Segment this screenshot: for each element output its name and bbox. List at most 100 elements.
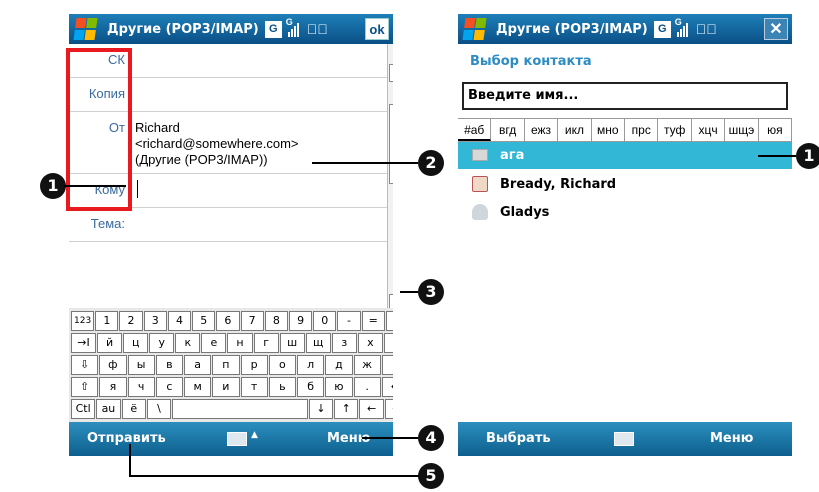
key[interactable]: ← bbox=[385, 311, 393, 331]
key[interactable]: . bbox=[353, 377, 381, 397]
vertical-scrollbar[interactable]: ▲ ▼ bbox=[387, 44, 393, 314]
key[interactable]: ф bbox=[99, 355, 127, 375]
key[interactable]: о bbox=[268, 355, 296, 375]
volume-icon[interactable]: ◀ﾞ bbox=[307, 21, 328, 37]
key[interactable]: ы bbox=[127, 355, 155, 375]
key[interactable]: 2 bbox=[119, 311, 143, 331]
key[interactable]: х bbox=[357, 333, 383, 353]
volume-icon[interactable]: ◀ﾞ bbox=[696, 21, 717, 37]
key[interactable]: ё bbox=[121, 399, 146, 419]
key[interactable]: → bbox=[384, 399, 393, 419]
alpha-tab[interactable]: мно bbox=[592, 119, 626, 141]
key[interactable]: л bbox=[297, 355, 325, 375]
key[interactable]: н bbox=[227, 333, 253, 353]
key[interactable]: ← bbox=[359, 399, 384, 419]
key[interactable]: у bbox=[149, 333, 175, 353]
from-email: <richard@somewhere.com> bbox=[135, 136, 299, 151]
key[interactable]: ж bbox=[353, 355, 381, 375]
alpha-tab[interactable]: юя bbox=[759, 119, 792, 141]
close-button[interactable]: ✕ bbox=[764, 18, 788, 40]
callout-leader bbox=[758, 155, 796, 157]
key[interactable]: ⇩ bbox=[71, 355, 99, 375]
key[interactable]: ↓ bbox=[308, 399, 334, 419]
key[interactable]: й bbox=[97, 333, 123, 353]
key[interactable]: 7 bbox=[240, 311, 264, 331]
key[interactable]: \ bbox=[146, 399, 172, 419]
keyboard-icon[interactable] bbox=[227, 432, 247, 446]
key[interactable]: щ bbox=[305, 333, 331, 353]
key[interactable]: ь bbox=[268, 377, 296, 397]
key[interactable]: 5 bbox=[192, 311, 216, 331]
start-logo-icon[interactable] bbox=[73, 18, 98, 40]
key[interactable]: ⇧ bbox=[71, 377, 99, 397]
contact-item[interactable]: Gladys bbox=[458, 199, 792, 226]
key[interactable]: з bbox=[331, 333, 357, 353]
key[interactable]: ↑ bbox=[334, 399, 359, 419]
key[interactable]: т bbox=[240, 377, 268, 397]
key[interactable]: в bbox=[155, 355, 183, 375]
key[interactable]: е bbox=[201, 333, 227, 353]
key[interactable]: 8 bbox=[264, 311, 288, 331]
key[interactable]: ч bbox=[127, 377, 155, 397]
name-search-input[interactable]: Введите имя... bbox=[462, 82, 788, 110]
key[interactable]: к bbox=[175, 333, 201, 353]
alpha-tab[interactable]: ежз bbox=[525, 119, 559, 141]
key[interactable]: г bbox=[253, 333, 279, 353]
softkey-bar: Выбрать Меню bbox=[458, 422, 792, 456]
keyboard-icon[interactable] bbox=[614, 432, 634, 446]
alpha-tab[interactable]: #аб bbox=[458, 119, 492, 141]
start-logo-icon[interactable] bbox=[462, 18, 487, 40]
window-title: Другие (POP3/IMAP) bbox=[496, 21, 648, 37]
key[interactable]: 4 bbox=[167, 311, 192, 331]
key[interactable]: ш bbox=[279, 333, 305, 353]
key[interactable]: с bbox=[155, 377, 183, 397]
key[interactable]: ц bbox=[123, 333, 149, 353]
alpha-tab[interactable]: шщэ bbox=[725, 119, 759, 141]
key[interactable]: э bbox=[381, 355, 393, 375]
key[interactable]: = bbox=[361, 311, 385, 331]
key[interactable]: 3 bbox=[143, 311, 167, 331]
gprs-icon: G bbox=[653, 20, 671, 38]
input-menu-arrow-icon[interactable]: ▲ bbox=[251, 430, 258, 440]
key[interactable]: →I bbox=[71, 333, 97, 353]
key[interactable] bbox=[172, 399, 308, 419]
key[interactable]: 9 bbox=[288, 311, 313, 331]
key[interactable]: я bbox=[99, 377, 127, 397]
contact-item[interactable]: ага bbox=[458, 142, 792, 169]
key[interactable]: - bbox=[337, 311, 361, 331]
key[interactable]: ъ bbox=[383, 333, 393, 353]
key[interactable]: м bbox=[184, 377, 212, 397]
key[interactable]: 1 bbox=[95, 311, 119, 331]
key[interactable]: 0 bbox=[313, 311, 337, 331]
scroll-thumb[interactable] bbox=[389, 104, 393, 184]
alpha-tab[interactable]: туф bbox=[658, 119, 692, 141]
key[interactable]: ↵ bbox=[381, 377, 393, 397]
signal-icon[interactable]: G bbox=[675, 17, 688, 37]
select-softkey[interactable]: Выбрать bbox=[486, 431, 551, 446]
key[interactable]: р bbox=[240, 355, 268, 375]
key[interactable]: au bbox=[96, 399, 121, 419]
ok-button[interactable]: ok bbox=[365, 18, 389, 40]
subject-field[interactable]: Тема: bbox=[69, 208, 387, 242]
callout-3: 3 bbox=[418, 279, 444, 305]
key[interactable]: Ctl bbox=[71, 399, 96, 419]
alpha-tab[interactable]: хцч bbox=[692, 119, 726, 141]
alpha-tab[interactable]: прс bbox=[625, 119, 659, 141]
contact-item[interactable]: Bready, Richard bbox=[458, 171, 792, 198]
key[interactable]: ю bbox=[325, 377, 353, 397]
scroll-up-icon[interactable]: ▲ bbox=[389, 64, 393, 82]
key[interactable]: 6 bbox=[216, 311, 240, 331]
menu-softkey[interactable]: Меню bbox=[710, 431, 753, 446]
key[interactable]: и bbox=[212, 377, 240, 397]
alpha-tab[interactable]: вгд bbox=[491, 119, 525, 141]
message-body[interactable] bbox=[69, 242, 387, 308]
alpha-tab[interactable]: икл bbox=[558, 119, 592, 141]
key[interactable]: а bbox=[184, 355, 212, 375]
key[interactable]: д bbox=[325, 355, 353, 375]
key[interactable]: б bbox=[297, 377, 325, 397]
key[interactable]: 123 bbox=[71, 311, 95, 331]
keyboard-row: 1231234567890-=← bbox=[71, 311, 393, 331]
key[interactable]: п bbox=[212, 355, 240, 375]
send-softkey[interactable]: Отправить bbox=[87, 431, 166, 446]
signal-icon[interactable]: G bbox=[286, 17, 299, 37]
